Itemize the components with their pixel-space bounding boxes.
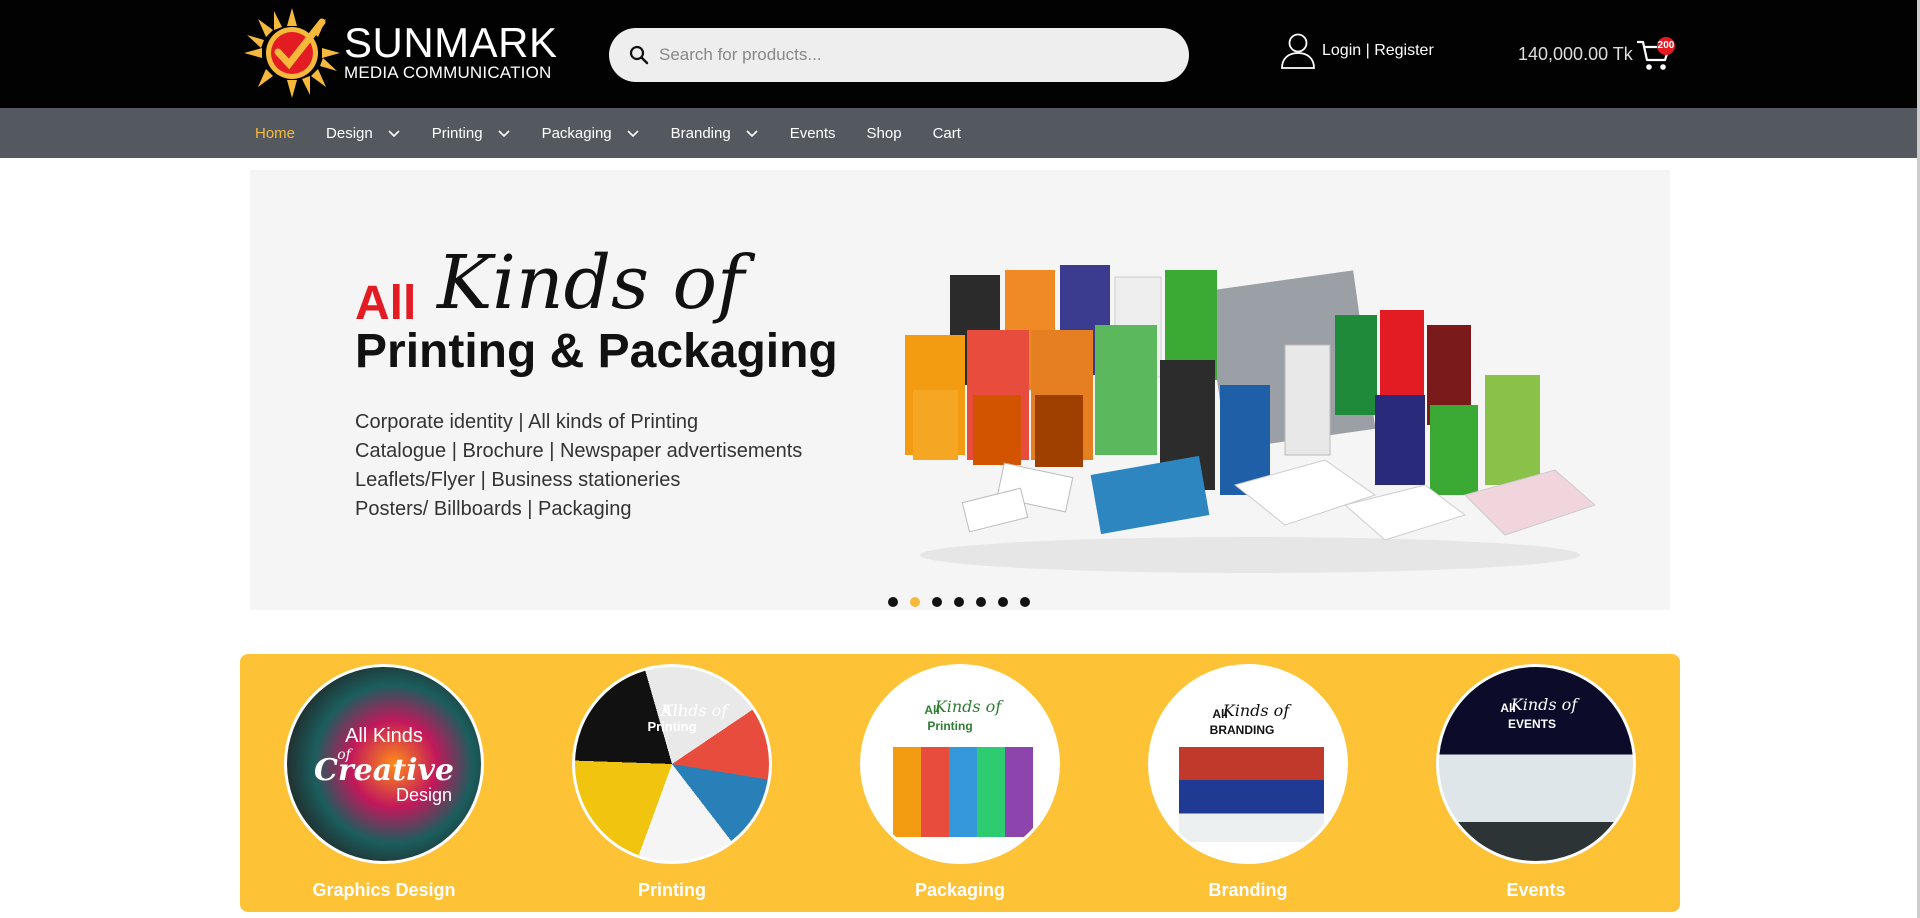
cart-count-badge: 200 xyxy=(1657,37,1675,55)
category-label[interactable]: Branding xyxy=(1148,880,1348,901)
sun-logo-icon xyxy=(244,8,340,98)
search-input[interactable] xyxy=(659,28,1169,82)
nav-item-packaging[interactable]: Packaging xyxy=(542,125,640,142)
cart-total[interactable]: 140,000.00 Tk xyxy=(1518,44,1633,65)
packaging-products-image xyxy=(893,747,1033,837)
slider-dot[interactable] xyxy=(1020,597,1030,607)
slider-dot[interactable] xyxy=(910,597,920,607)
category-image-text: Kinds of xyxy=(934,697,1002,716)
top-header: SUNMARK MEDIA COMMUNICATION Login | Regi… xyxy=(0,0,1920,108)
nav-item-events[interactable]: Events xyxy=(790,125,836,142)
hero-line: Corporate identity | All kinds of Printi… xyxy=(355,411,699,433)
category-image-text: Kinds of xyxy=(660,701,728,720)
nav-item-label[interactable]: Events xyxy=(790,125,836,142)
hero-slider[interactable]: All Kinds of Printing & Packaging Corpor… xyxy=(250,170,1670,610)
slider-dots xyxy=(888,597,1030,607)
category-image-text: Creative xyxy=(314,753,454,788)
category-image-text: BRANDING xyxy=(1209,723,1275,737)
hero-all: All xyxy=(355,277,417,330)
hero-services: Corporate identity | All kinds of Printi… xyxy=(355,408,802,524)
category-image-text: All Kinds xyxy=(345,725,423,747)
nav-item-printing[interactable]: Printing xyxy=(432,125,511,142)
logo-subtitle: MEDIA COMMUNICATION xyxy=(344,63,552,82)
hero-line: Posters/ Billboards | Packaging xyxy=(355,498,632,520)
chevron-down-icon[interactable] xyxy=(497,126,511,140)
search-bar[interactable] xyxy=(609,28,1189,82)
slider-dot[interactable] xyxy=(998,597,1008,607)
category-band: All Kinds of Creative Design Graphics De… xyxy=(240,654,1680,912)
category-image[interactable]: All Kinds of BRANDING xyxy=(1148,664,1348,864)
hero-kinds-of: Kinds of xyxy=(437,240,745,326)
slider-dot[interactable] xyxy=(888,597,898,607)
account-link[interactable]: Login | Register xyxy=(1280,32,1434,70)
category-branding[interactable]: All Kinds of BRANDING Branding xyxy=(1148,664,1348,901)
nav-item-label[interactable]: Packaging xyxy=(542,125,612,142)
nav-item-cart[interactable]: Cart xyxy=(933,125,961,142)
chevron-down-icon[interactable] xyxy=(626,126,640,140)
branding-products-image xyxy=(1179,747,1324,842)
category-label[interactable]: Graphics Design xyxy=(284,880,484,901)
category-graphics-design[interactable]: All Kinds of Creative Design Graphics De… xyxy=(284,664,484,901)
hero-line: Leaflets/Flyer | Business stationeries xyxy=(355,469,681,491)
product-collage-image xyxy=(905,265,1595,573)
category-image[interactable]: All Kinds of EVENTS xyxy=(1436,664,1636,864)
nav-item-label[interactable]: Design xyxy=(326,125,373,142)
hero-line: Catalogue | Brochure | Newspaper adverti… xyxy=(355,440,803,462)
slider-dot[interactable] xyxy=(932,597,942,607)
category-image[interactable]: All Kinds of Printing xyxy=(860,664,1060,864)
nav-item-label[interactable]: Printing xyxy=(432,125,483,142)
category-label[interactable]: Events xyxy=(1436,880,1636,901)
chevron-down-icon[interactable] xyxy=(387,126,401,140)
main-nav: Home Design Printing Packaging Branding Event… xyxy=(0,108,1920,158)
nav-item-label[interactable]: Branding xyxy=(671,125,731,142)
category-image[interactable]: All Kinds of Creative Design xyxy=(284,664,484,864)
category-image-text: EVENTS xyxy=(1507,717,1556,731)
category-image-text: Kinds of xyxy=(1222,701,1290,720)
slider-dot[interactable] xyxy=(954,597,964,607)
category-image-text: Printing xyxy=(647,719,697,734)
slider-dot[interactable] xyxy=(976,597,986,607)
nav-item-label[interactable]: Home xyxy=(255,125,295,142)
nav-item-branding[interactable]: Branding xyxy=(671,125,759,142)
search-icon[interactable] xyxy=(629,45,649,65)
category-image-text: Printing xyxy=(927,719,973,733)
hero-title: Printing & Packaging xyxy=(355,325,838,378)
nav-item-home[interactable]: Home xyxy=(255,125,295,142)
category-image-text: Design xyxy=(395,785,453,805)
category-events[interactable]: All Kinds of EVENTS Events xyxy=(1436,664,1636,901)
chevron-down-icon[interactable] xyxy=(745,126,759,140)
user-icon[interactable] xyxy=(1280,32,1316,70)
nav-item-design[interactable]: Design xyxy=(326,125,401,142)
category-label[interactable]: Packaging xyxy=(860,880,1060,901)
category-packaging[interactable]: All Kinds of Printing Packaging xyxy=(860,664,1060,901)
nav-item-label[interactable]: Cart xyxy=(933,125,961,142)
category-image-text: Kinds of xyxy=(1510,695,1578,714)
site-logo[interactable]: SUNMARK MEDIA COMMUNICATION xyxy=(244,8,557,98)
category-label[interactable]: Printing xyxy=(572,880,772,901)
logo-title: SUNMARK xyxy=(344,19,558,66)
login-register-link[interactable]: Login | Register xyxy=(1322,42,1434,60)
category-image[interactable]: All Kinds of Printing xyxy=(572,664,772,864)
category-printing[interactable]: All Kinds of Printing Printing xyxy=(572,664,772,901)
nav-item-label[interactable]: Shop xyxy=(867,125,902,142)
nav-item-shop[interactable]: Shop xyxy=(867,125,902,142)
